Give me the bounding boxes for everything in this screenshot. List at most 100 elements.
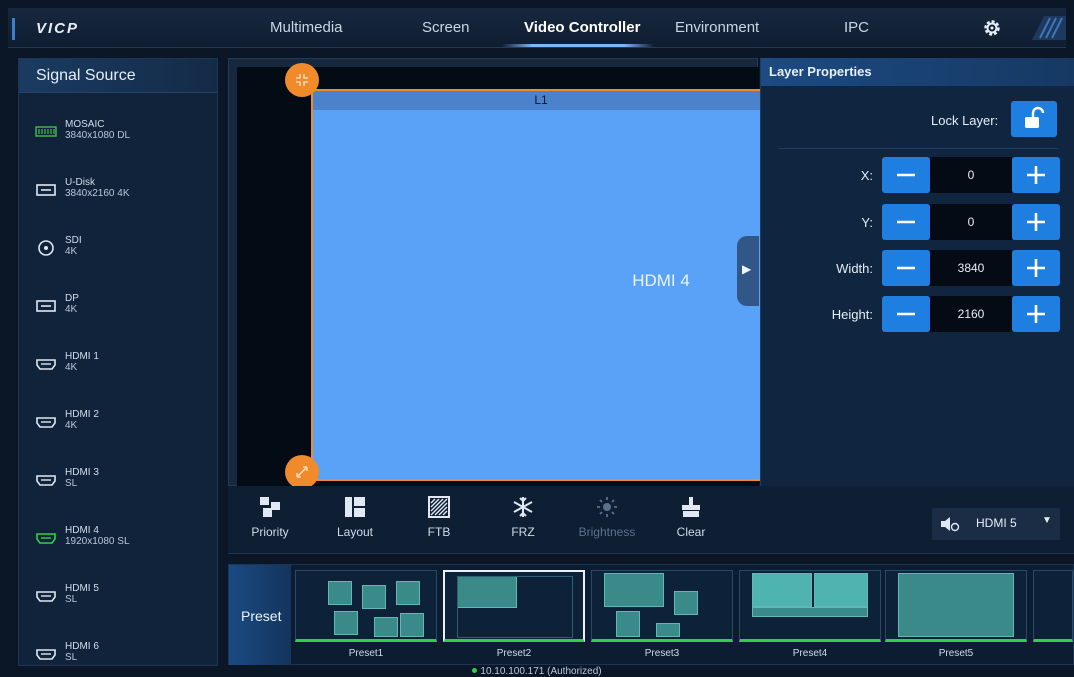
y-label: Y: bbox=[861, 215, 873, 230]
ftb-label: FTB bbox=[427, 525, 451, 539]
y-increment-button[interactable] bbox=[1012, 204, 1060, 240]
signal-source-item[interactable]: MOSAIC 3840x1080 DL bbox=[19, 112, 217, 152]
minus-icon bbox=[897, 173, 915, 177]
signal-source-name: HDMI 2 bbox=[65, 409, 99, 420]
signal-source-item[interactable]: SDI 4K bbox=[19, 228, 217, 268]
preset-item-2[interactable]: Preset2 bbox=[443, 570, 585, 663]
signal-source-name: U-Disk bbox=[65, 177, 95, 188]
hdmi-icon bbox=[35, 527, 57, 549]
audio-source-value: HDMI 5 bbox=[976, 516, 1017, 530]
signal-source-item[interactable]: HDMI 3 SL bbox=[19, 460, 217, 500]
width-increment-button[interactable] bbox=[1012, 250, 1060, 286]
priority-button[interactable]: Priority bbox=[235, 496, 305, 539]
signal-source-name: HDMI 3 bbox=[65, 467, 99, 478]
height-decrement-button[interactable] bbox=[882, 296, 930, 332]
signal-source-name: DP bbox=[65, 293, 79, 304]
sdi-icon bbox=[35, 237, 57, 259]
signal-source-name: MOSAIC bbox=[65, 119, 105, 130]
tab-multimedia[interactable]: Multimedia bbox=[270, 19, 343, 36]
height-label: Height: bbox=[831, 307, 873, 322]
layout-icon bbox=[345, 497, 365, 517]
hdmi-icon bbox=[35, 411, 57, 433]
unlock-icon bbox=[1025, 106, 1045, 128]
preset-name: Preset4 bbox=[792, 648, 828, 659]
layer-source-label: HDMI 4 bbox=[632, 271, 690, 290]
caret-right-icon: ▶ bbox=[742, 262, 752, 276]
hdmi-icon bbox=[35, 469, 57, 491]
preset-thumbnail bbox=[885, 570, 1027, 642]
priority-label: Priority bbox=[251, 525, 289, 539]
layer-header[interactable]: L1 bbox=[313, 91, 769, 110]
hdmi-icon bbox=[35, 643, 57, 665]
top-nav-bar: VICP Multimedia Screen Video Controller … bbox=[8, 8, 1066, 48]
connection-status: 10.10.100.171 (Authorized) bbox=[0, 666, 1074, 677]
signal-source-item[interactable]: HDMI 4 1920x1080 SL bbox=[19, 518, 217, 558]
settings-gear-icon[interactable] bbox=[980, 16, 1004, 40]
preset-item-1[interactable]: Preset1 bbox=[295, 570, 437, 663]
minus-icon bbox=[897, 312, 915, 316]
signal-source-resolution: SL bbox=[65, 478, 78, 489]
signal-source-name: HDMI 1 bbox=[65, 351, 99, 362]
preset-item-6[interactable] bbox=[1033, 570, 1073, 663]
tab-screen[interactable]: Screen bbox=[422, 19, 470, 36]
preset-name: Preset5 bbox=[938, 648, 974, 659]
preset-thumbnail bbox=[443, 570, 585, 642]
clear-icon bbox=[682, 497, 700, 517]
preset-item-3[interactable]: Preset3 bbox=[591, 570, 733, 663]
tab-environment[interactable]: Environment bbox=[675, 19, 759, 36]
brightness-button[interactable]: Brightness bbox=[572, 496, 642, 539]
signal-source-item[interactable]: HDMI 2 4K bbox=[19, 402, 217, 442]
width-decrement-button[interactable] bbox=[882, 250, 930, 286]
signal-source-panel: Signal Source MOSAIC 3840x1080 DL U-Disk 38… bbox=[18, 58, 218, 666]
x-decrement-button[interactable] bbox=[882, 157, 930, 193]
signal-source-resolution: 4K bbox=[65, 246, 78, 257]
minus-icon bbox=[897, 220, 915, 224]
layout-button[interactable]: Layout bbox=[320, 496, 390, 539]
preset-name: Preset2 bbox=[496, 648, 532, 659]
preset-item-5[interactable]: Preset5 bbox=[885, 570, 1027, 663]
x-value-field[interactable]: 0 bbox=[930, 157, 1012, 193]
signal-source-item[interactable]: HDMI 5 SL bbox=[19, 576, 217, 616]
collapse-handle-icon[interactable] bbox=[285, 63, 319, 97]
ftb-button[interactable]: FTB bbox=[404, 496, 474, 539]
signal-source-resolution: 3840x1080 DL bbox=[65, 130, 131, 141]
signal-source-item[interactable]: HDMI 1 4K bbox=[19, 344, 217, 384]
y-decrement-button[interactable] bbox=[882, 204, 930, 240]
signal-source-name: HDMI 5 bbox=[65, 583, 99, 594]
width-value-field[interactable]: 3840 bbox=[930, 250, 1012, 286]
signal-source-item[interactable]: U-Disk 3840x2160 4K bbox=[19, 170, 217, 210]
panel-toggle-tab[interactable]: ▶ bbox=[737, 236, 759, 306]
layer-properties-title: Layer Properties bbox=[761, 58, 1074, 86]
signal-source-name: HDMI 6 bbox=[65, 641, 99, 652]
audio-source-select[interactable]: HDMI 5 ▼ bbox=[932, 508, 1060, 540]
preset-item-4[interactable]: Preset4 bbox=[739, 570, 881, 663]
logo-accent bbox=[12, 18, 15, 40]
plus-icon bbox=[1027, 213, 1045, 231]
signal-source-resolution: 1920x1080 SL bbox=[65, 536, 130, 547]
clear-button[interactable]: Clear bbox=[656, 496, 726, 539]
lock-layer-button[interactable] bbox=[1011, 101, 1057, 137]
brightness-label: Brightness bbox=[578, 525, 636, 539]
layout-label: Layout bbox=[336, 525, 374, 539]
signal-source-item[interactable]: DP 4K bbox=[19, 286, 217, 326]
height-increment-button[interactable] bbox=[1012, 296, 1060, 332]
resize-handle-icon[interactable] bbox=[285, 455, 319, 489]
preset-thumbnail bbox=[1033, 570, 1073, 642]
preset-thumbnail bbox=[739, 570, 881, 642]
freeze-button[interactable]: FRZ bbox=[488, 496, 558, 539]
properties-divider bbox=[779, 148, 1059, 149]
tab-video-controller[interactable]: Video Controller bbox=[524, 19, 640, 36]
x-increment-button[interactable] bbox=[1012, 157, 1060, 193]
signal-source-resolution: 4K bbox=[65, 304, 78, 315]
layer-window[interactable]: L1 HDMI 4 bbox=[311, 89, 769, 481]
plus-icon bbox=[1027, 166, 1045, 184]
height-value-field[interactable]: 2160 bbox=[930, 296, 1012, 332]
tab-ipc[interactable]: IPC bbox=[844, 19, 869, 36]
signal-source-resolution: 3840x2160 4K bbox=[65, 188, 130, 199]
signal-source-resolution: 4K bbox=[65, 420, 78, 431]
preset-thumbnail bbox=[295, 570, 437, 642]
preset-name: Preset1 bbox=[348, 648, 384, 659]
screen-area[interactable]: L1 HDMI 4 bbox=[237, 67, 769, 487]
y-value-field[interactable]: 0 bbox=[930, 204, 1012, 240]
screen-canvas[interactable]: L1 HDMI 4 bbox=[228, 58, 769, 489]
